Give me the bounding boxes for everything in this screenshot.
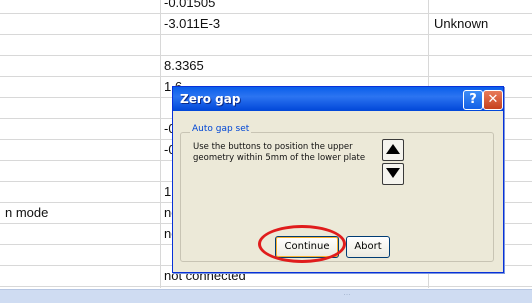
table-cell-col1: n mode xyxy=(5,205,49,220)
table-row: 8.3365 xyxy=(0,55,532,77)
move-up-button[interactable] xyxy=(382,139,404,161)
instruction-text: Use the buttons to position the upper ge… xyxy=(193,142,366,163)
table-cell-col2: -3.011E-3 xyxy=(164,16,221,31)
table-row: -3.011E-3 Unknown xyxy=(0,13,532,35)
move-down-button[interactable] xyxy=(382,163,404,185)
help-button[interactable]: ? xyxy=(463,90,483,110)
status-bar-grip: ⋯ xyxy=(343,292,351,299)
table-cell-col2: -0.01505 xyxy=(164,0,216,10)
up-arrow-icon xyxy=(386,144,400,154)
dialog-title: Zero gap xyxy=(180,92,241,106)
status-bar: ⋯ xyxy=(0,289,532,303)
table-row: -0.01505 xyxy=(0,0,532,14)
highlight-annotation-ring xyxy=(258,225,346,263)
table-row xyxy=(0,34,532,56)
down-arrow-icon xyxy=(386,168,400,178)
table-cell-col2: 8.3365 xyxy=(164,58,204,73)
groupbox-label: Auto gap set xyxy=(190,124,252,134)
dialog-titlebar[interactable]: Zero gap ? ✕ xyxy=(173,87,503,111)
abort-button[interactable]: Abort xyxy=(346,236,390,258)
table-cell-col3: Unknown xyxy=(434,16,489,31)
close-button[interactable]: ✕ xyxy=(483,90,503,110)
